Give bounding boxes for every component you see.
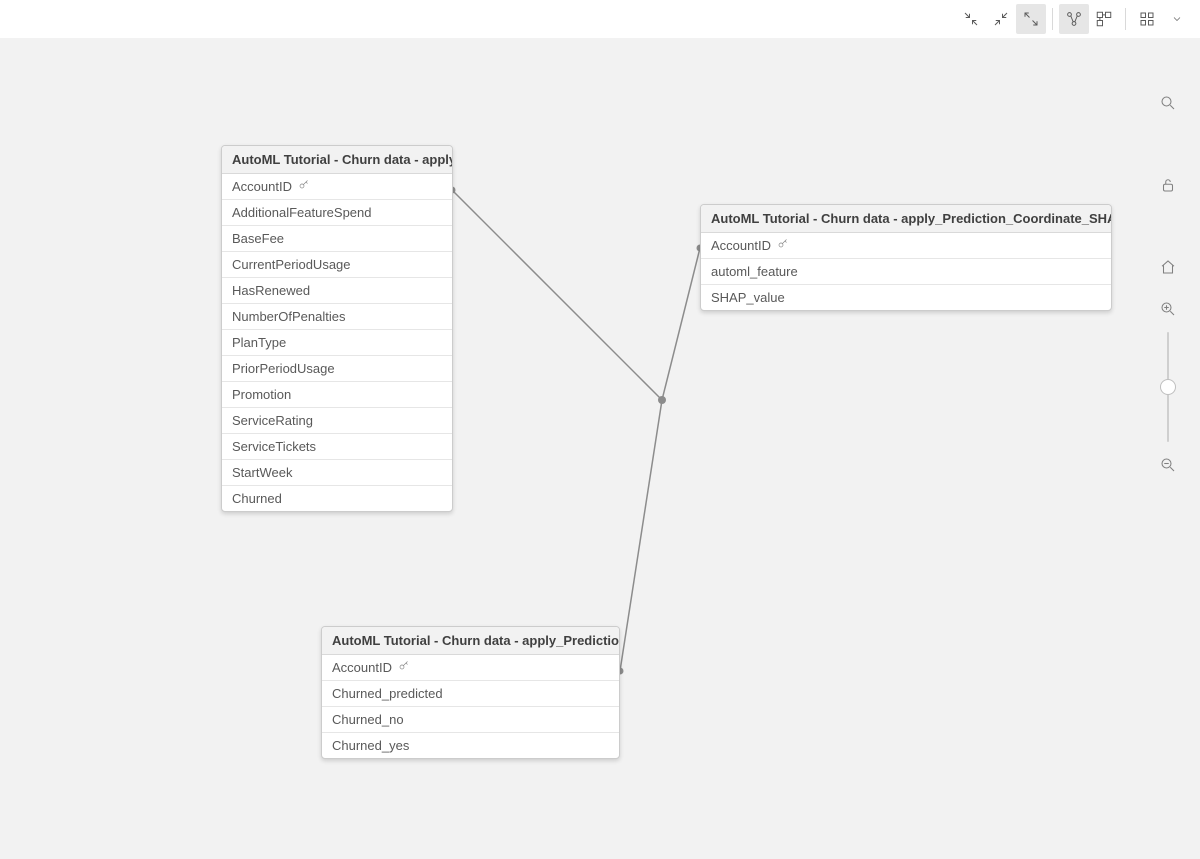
zoom-in-button[interactable]: [1153, 294, 1183, 324]
field-label: NumberOfPenalties: [232, 309, 345, 324]
field-label: ServiceTickets: [232, 439, 316, 454]
field-label: PriorPeriodUsage: [232, 361, 335, 376]
show-links-button[interactable]: [1059, 4, 1089, 34]
table-field[interactable]: CurrentPeriodUsage: [222, 252, 452, 278]
zoom-slider-thumb[interactable]: [1160, 379, 1176, 395]
toolbar-divider: [1052, 8, 1053, 30]
table-field[interactable]: ServiceRating: [222, 408, 452, 434]
table-header[interactable]: AutoML Tutorial - Churn data - apply_Pre…: [701, 205, 1111, 233]
internal-view-button[interactable]: [1089, 4, 1119, 34]
table-box[interactable]: AutoML Tutorial - Churn data - apply_Pre…: [700, 204, 1112, 311]
field-label: Promotion: [232, 387, 291, 402]
expand-icon: [1022, 10, 1040, 28]
field-label: AdditionalFeatureSpend: [232, 205, 372, 220]
layout-menu-button[interactable]: [1162, 4, 1192, 34]
unlock-icon: [1159, 176, 1177, 194]
field-label: AccountID: [332, 660, 392, 675]
table-field[interactable]: BaseFee: [222, 226, 452, 252]
table-field[interactable]: NumberOfPenalties: [222, 304, 452, 330]
side-tools: [1148, 88, 1188, 480]
field-label: Churned_yes: [332, 738, 409, 753]
links-icon: [1065, 10, 1083, 28]
field-label: BaseFee: [232, 231, 284, 246]
field-label: StartWeek: [232, 465, 292, 480]
table-field[interactable]: AdditionalFeatureSpend: [222, 200, 452, 226]
home-icon: [1159, 258, 1177, 276]
table-field[interactable]: automl_feature: [701, 259, 1111, 285]
chevron-down-icon: [1171, 13, 1183, 25]
zoom-in-icon: [1159, 300, 1177, 318]
key-icon: [777, 238, 789, 253]
toolbar-group-mode: [1059, 4, 1119, 34]
table-field[interactable]: AccountID: [322, 655, 619, 681]
field-label: automl_feature: [711, 264, 798, 279]
field-label: CurrentPeriodUsage: [232, 257, 351, 272]
field-label: PlanType: [232, 335, 286, 350]
table-field[interactable]: Promotion: [222, 382, 452, 408]
zoom-out-button[interactable]: [1153, 450, 1183, 480]
key-icon: [298, 179, 310, 194]
table-field[interactable]: Churned_predicted: [322, 681, 619, 707]
table-field[interactable]: PlanType: [222, 330, 452, 356]
table-box[interactable]: AutoML Tutorial - Churn data - apply_Pre…: [321, 626, 620, 759]
table-field[interactable]: AccountID: [701, 233, 1111, 259]
collapse-icon: [962, 10, 980, 28]
table-field[interactable]: PriorPeriodUsage: [222, 356, 452, 382]
reduce-button[interactable]: [986, 4, 1016, 34]
data-model-canvas[interactable]: AutoML Tutorial - Churn data - apply Acco…: [0, 38, 1200, 859]
table-field[interactable]: ServiceTickets: [222, 434, 452, 460]
field-label: HasRenewed: [232, 283, 310, 298]
table-field[interactable]: StartWeek: [222, 460, 452, 486]
expand-all-button[interactable]: [1016, 4, 1046, 34]
table-field[interactable]: Churned_no: [322, 707, 619, 733]
field-label: Churned_predicted: [332, 686, 443, 701]
home-button[interactable]: [1153, 252, 1183, 282]
internal-view-icon: [1095, 10, 1113, 28]
key-icon: [398, 660, 410, 675]
table-header[interactable]: AutoML Tutorial - Churn data - apply_Pre…: [322, 627, 619, 655]
field-label: SHAP_value: [711, 290, 785, 305]
field-label: ServiceRating: [232, 413, 313, 428]
search-button[interactable]: [1153, 88, 1183, 118]
search-icon: [1159, 94, 1177, 112]
collapse-all-button[interactable]: [956, 4, 986, 34]
table-header[interactable]: AutoML Tutorial - Churn data - apply: [222, 146, 452, 174]
field-label: AccountID: [711, 238, 771, 253]
zoom-slider[interactable]: [1167, 332, 1169, 442]
toolbar-group-view: [956, 4, 1046, 34]
table-field[interactable]: AccountID: [222, 174, 452, 200]
table-field[interactable]: Churned_yes: [322, 733, 619, 758]
reduce-icon: [992, 10, 1010, 28]
zoom-out-icon: [1159, 456, 1177, 474]
field-label: AccountID: [232, 179, 292, 194]
table-field[interactable]: HasRenewed: [222, 278, 452, 304]
layout-button[interactable]: [1132, 4, 1162, 34]
zoom-controls: [1153, 294, 1183, 480]
table-field[interactable]: SHAP_value: [701, 285, 1111, 310]
table-box[interactable]: AutoML Tutorial - Churn data - apply Acco…: [221, 145, 453, 512]
layout-icon: [1138, 10, 1156, 28]
data-model-toolbar: [0, 0, 1200, 39]
field-label: Churned: [232, 491, 282, 506]
toolbar-divider: [1125, 8, 1126, 30]
table-field[interactable]: Churned: [222, 486, 452, 511]
unlock-button[interactable]: [1153, 170, 1183, 200]
toolbar-group-layout: [1132, 4, 1192, 34]
field-label: Churned_no: [332, 712, 404, 727]
